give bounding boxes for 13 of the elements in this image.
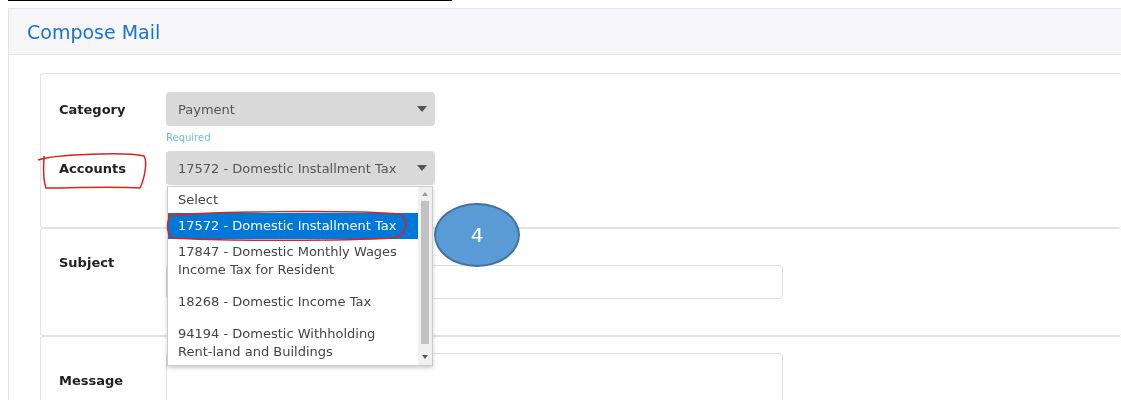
field-label: Message <box>59 373 125 388</box>
accounts-select[interactable]: 17572 - Domestic Installment Tax <box>166 151 435 185</box>
panel-title: Compose Mail <box>27 20 161 43</box>
hint-text: Required <box>166 132 212 143</box>
dropdown-option[interactable]: 17847 - Domestic Monthly Wages Income Tax for Resident <box>168 239 418 289</box>
dropdown-option[interactable]: Select <box>168 187 418 213</box>
field-label: Subject <box>59 254 116 270</box>
dropdown-option[interactable]: 17572 - Domestic Installment Tax <box>168 213 418 239</box>
dropdown-option[interactable]: 94194 - Domestic Withholding Rent-land and Buildings <box>168 321 418 365</box>
category-select[interactable]: Payment <box>166 92 435 126</box>
field-label: Accounts <box>59 160 126 178</box>
field-label: Category <box>59 101 126 119</box>
dropdown-option[interactable]: 18268 - Domestic Income Tax <box>168 289 418 321</box>
